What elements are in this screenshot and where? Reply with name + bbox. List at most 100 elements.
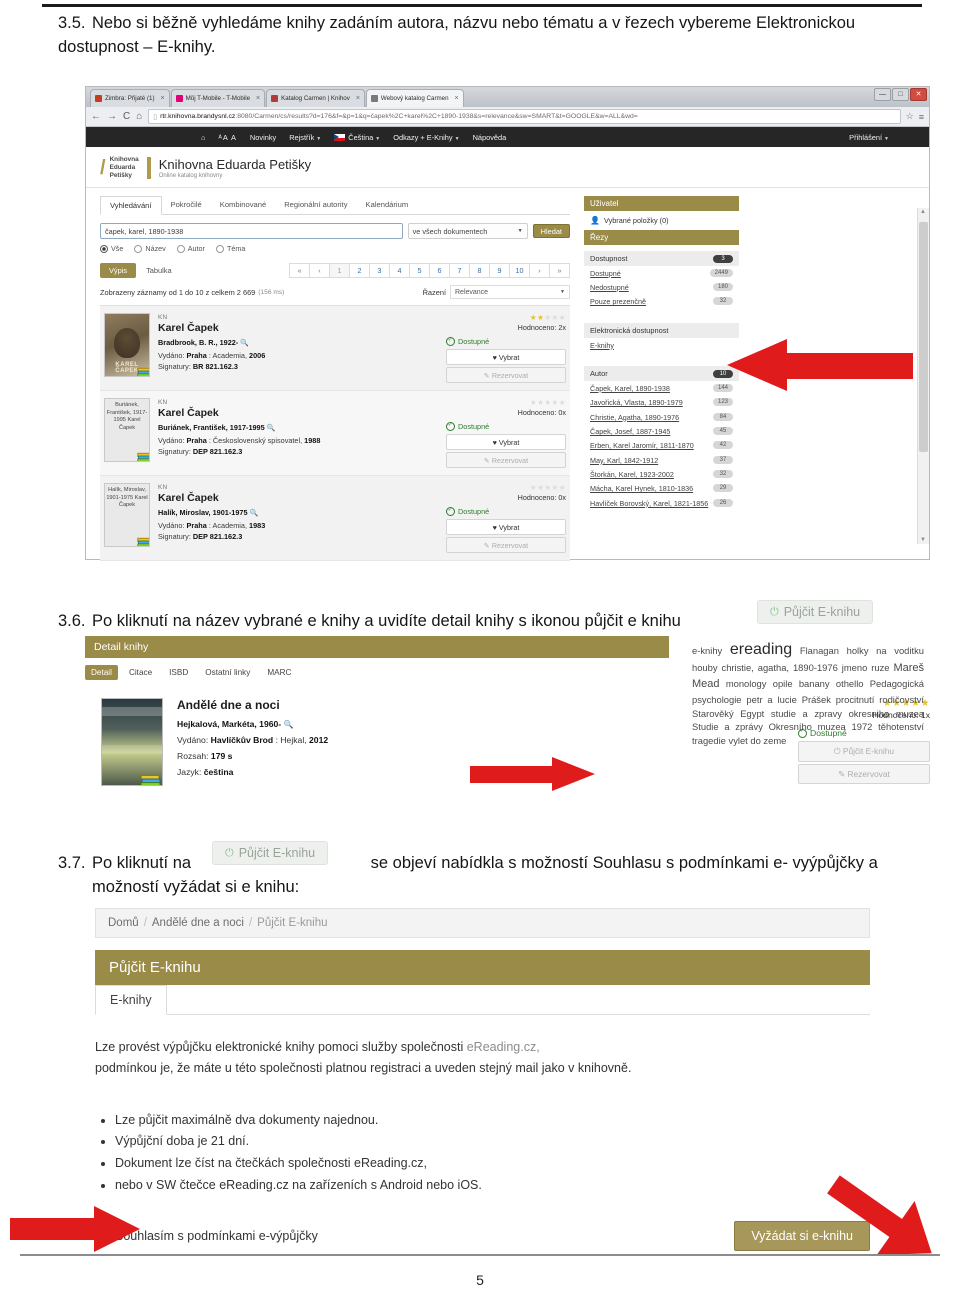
facet-item-label[interactable]: Mácha, Karel Hynek, 1810-1836 <box>590 484 693 493</box>
tab-isbd[interactable]: ISBD <box>163 665 194 680</box>
search-icon[interactable]: 🔍 <box>284 720 294 729</box>
tag[interactable]: tragedie <box>692 735 726 746</box>
vertical-scrollbar[interactable]: ▲ ▼ <box>917 208 929 544</box>
tag[interactable]: petr a lucie <box>746 694 796 705</box>
tag[interactable]: holky na voditku <box>847 645 924 656</box>
tag[interactable]: procitnutí <box>836 694 875 705</box>
page-1[interactable]: 1 <box>330 263 350 278</box>
browser-tab[interactable]: Zimbra: Přijaté (1) × <box>90 89 170 107</box>
select-button[interactable]: ♥ Vybrat <box>446 519 566 535</box>
tag[interactable]: opile banany <box>773 678 830 689</box>
search-scope-select[interactable]: ve všech dokumentech ▼ <box>407 223 528 239</box>
facet-item[interactable]: Mácha, Karel Hynek, 1810-1836 29 <box>584 482 739 496</box>
result-row[interactable]: Halík, Miroslav, 1901-1975 Karel Čapek K… <box>100 476 570 561</box>
tag[interactable]: Flanagan <box>800 645 839 656</box>
facet-item-label[interactable]: Havlíček Borovský, Karel, 1821-1856 <box>590 499 708 508</box>
browser-tab[interactable]: Katalog Carmen | Knihov × <box>266 89 365 107</box>
lend-ebook-chip[interactable]: ⏻ Půjčit E-knihu <box>212 841 329 865</box>
tag[interactable]: těhotenství <box>878 721 924 732</box>
page-first[interactable]: « <box>289 263 310 278</box>
ereading-link[interactable]: eReading.cz, <box>467 1040 540 1054</box>
facet-item[interactable]: Nedostupné 180 <box>584 280 739 294</box>
rating-stars[interactable]: ★★★★★ <box>446 398 566 407</box>
page-4[interactable]: 4 <box>390 263 410 278</box>
nav-item-novinky[interactable]: Novinky <box>250 133 276 142</box>
close-icon[interactable]: × <box>161 95 165 102</box>
tag[interactable]: jmeno ruze <box>842 662 890 673</box>
tab-citace[interactable]: Citace <box>123 665 158 680</box>
breadcrumb-book[interactable]: Andělé dne a noci <box>152 917 244 929</box>
record-title[interactable]: Karel Čapek <box>158 407 446 419</box>
facet-group-dostupnost[interactable]: Dostupnost 3 <box>584 251 739 266</box>
facet-item-label[interactable]: Čapek, Josef, 1887-1945 <box>590 427 670 436</box>
page-5[interactable]: 5 <box>410 263 430 278</box>
tab-marc[interactable]: MARC <box>261 665 297 680</box>
maximize-button[interactable]: □ <box>892 88 909 101</box>
select-button[interactable]: ♥ Vybrat <box>446 434 566 450</box>
tag[interactable]: e-knihy <box>692 645 722 656</box>
forward-icon[interactable]: → <box>107 111 117 122</box>
facet-item-label[interactable]: Čapek, Karel, 1890-1938 <box>590 384 670 393</box>
rating-stars[interactable]: ★★★★★ <box>446 313 566 322</box>
facet-item[interactable]: Dostupné 2449 <box>584 266 739 280</box>
nav-item-odkazy-eknihy[interactable]: Odkazy + E-Knihy ▼ <box>393 133 459 142</box>
back-icon[interactable]: ← <box>91 111 101 122</box>
search-icon[interactable]: 🔍 <box>250 510 259 517</box>
radio-autor[interactable]: Autor <box>176 244 205 253</box>
tag[interactable]: Mead <box>692 678 720 690</box>
facet-item-label[interactable]: May, Karl, 1842-1912 <box>590 456 658 465</box>
facet-item-label[interactable]: E-knihy <box>590 341 614 350</box>
reserve-button[interactable]: ✎ Rezervovat <box>446 367 566 383</box>
book-cover[interactable]: KAREL ČAPEK <box>104 313 150 377</box>
facet-item-label[interactable]: Dostupné <box>590 269 621 278</box>
search-icon[interactable]: 🔍 <box>240 340 249 347</box>
selected-items-link[interactable]: 👤 Vybrané položky (0) <box>584 211 739 230</box>
view-vypis-button[interactable]: Výpis <box>100 263 137 278</box>
search-input[interactable]: čapek, karel, 1890-1938 <box>100 223 403 239</box>
rating-stars[interactable]: ★★★★★ <box>446 483 566 492</box>
home-icon[interactable]: ⌂ <box>136 111 142 122</box>
page-6[interactable]: 6 <box>430 263 450 278</box>
detail-book-cover[interactable] <box>101 698 163 786</box>
breadcrumb-home[interactable]: Domů <box>108 917 139 929</box>
facet-item-label[interactable]: Christie, Agatha, 1890-1976 <box>590 413 679 422</box>
tag[interactable]: studie a zpravy okresniho muzea <box>771 708 924 719</box>
reload-icon[interactable]: C <box>123 111 130 122</box>
radio-vse[interactable]: Vše <box>100 244 123 253</box>
page-next[interactable]: › <box>530 263 550 278</box>
facet-item[interactable]: Havlíček Borovský, Karel, 1821-1856 26 <box>584 496 739 510</box>
page-prev[interactable]: ‹ <box>310 263 330 278</box>
facet-group-autor[interactable]: Autor 10 <box>584 366 739 382</box>
facet-item[interactable]: Javořická, Vlasta, 1890-1979 123 <box>584 396 739 410</box>
page-8[interactable]: 8 <box>470 263 490 278</box>
tag[interactable]: Studie a zprávy Okresního muzea 1972 <box>692 721 872 732</box>
tag[interactable]: vylet do zeme <box>729 735 787 746</box>
window-close-button[interactable]: ✕ <box>910 88 927 101</box>
facet-item[interactable]: Čapek, Karel, 1890-1938 144 <box>584 381 739 395</box>
tag[interactable]: rodičovství <box>879 694 924 705</box>
book-cover[interactable]: Halík, Miroslav, 1901-1975 Karel Čapek <box>104 483 150 547</box>
tag[interactable]: houby <box>692 662 718 673</box>
page-9[interactable]: 9 <box>490 263 510 278</box>
facet-item[interactable]: May, Karl, 1842-1912 37 <box>584 453 739 467</box>
facet-group-elektronicka-dostupnost[interactable]: Elektronická dostupnost <box>584 323 739 339</box>
minimize-button[interactable]: — <box>874 88 891 101</box>
reserve-button[interactable]: ✎ Rezervovat <box>446 537 566 553</box>
reserve-button[interactable]: ✎ Rezervovat <box>798 764 930 784</box>
tab-pokrocile[interactable]: Pokročilé <box>162 196 211 214</box>
view-tabulka-button[interactable]: Tabulka <box>140 263 177 278</box>
search-icon[interactable]: 🔍 <box>267 425 276 432</box>
menu-icon[interactable]: ≡ <box>919 112 924 122</box>
url-input[interactable]: ▯ rtr.knihovna.brandysnl.cz:8080/Carmen/… <box>148 109 901 124</box>
select-button[interactable]: ♥ Vybrat <box>446 349 566 365</box>
page-10[interactable]: 10 <box>510 263 530 278</box>
tab-kalendarium[interactable]: Kalendárium <box>357 196 418 214</box>
tag[interactable]: Mareš <box>893 662 924 674</box>
browser-tab-active[interactable]: Webový katalog Carmen × <box>365 89 464 107</box>
search-submit-button[interactable]: Hledat <box>532 224 570 238</box>
page-last[interactable]: » <box>550 263 570 278</box>
tag[interactable]: christie, agatha, 1890-1976 <box>722 662 838 673</box>
nav-item-napoveda[interactable]: Nápověda <box>473 133 507 142</box>
facet-item[interactable]: Štorkán, Karel, 1923-2002 32 <box>584 468 739 482</box>
tag[interactable]: monology <box>726 678 767 689</box>
